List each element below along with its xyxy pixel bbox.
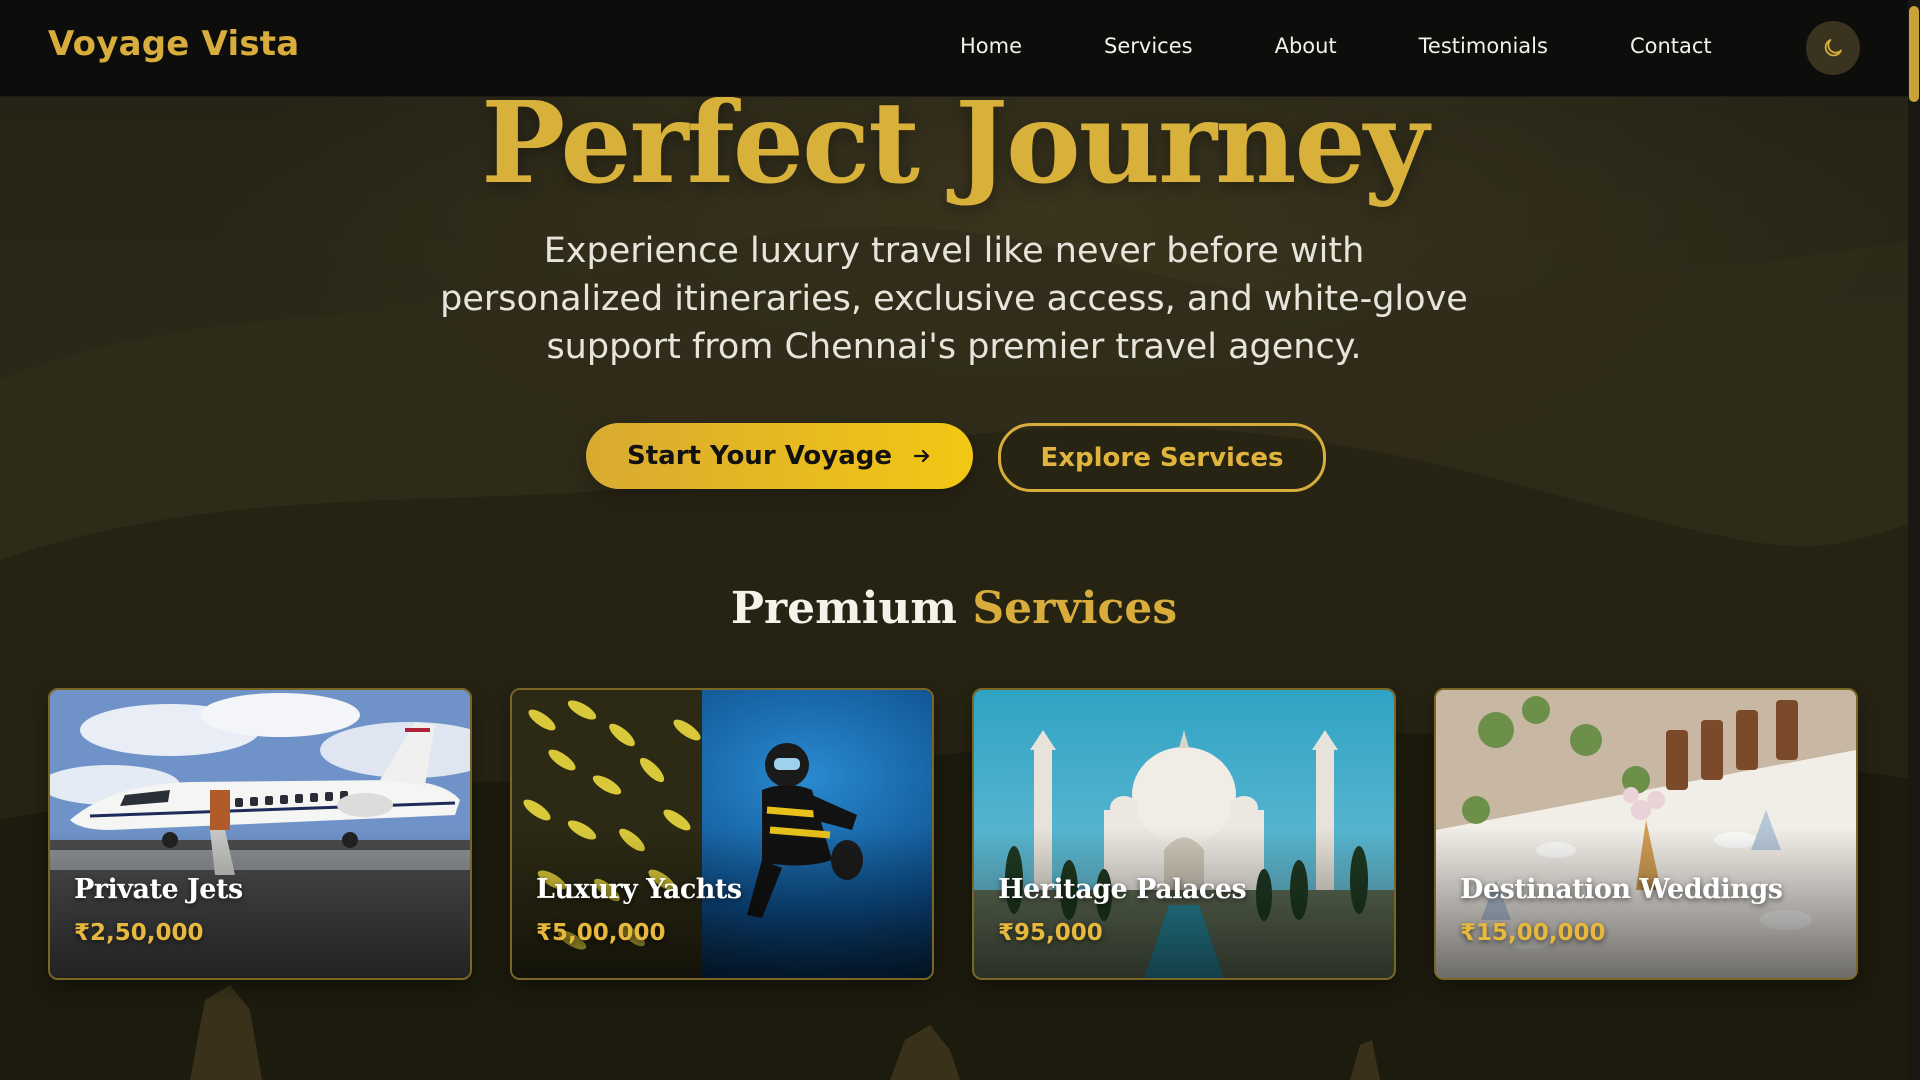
- explore-services-button[interactable]: Explore Services: [998, 423, 1326, 492]
- start-voyage-button[interactable]: Start Your Voyage: [586, 423, 973, 489]
- hero-subtitle: Experience luxury travel like never befo…: [0, 227, 1908, 371]
- service-card-title: Luxury Yachts: [536, 874, 742, 905]
- nav-item-testimonials[interactable]: Testimonials: [1419, 34, 1548, 58]
- hero-subtitle-line: personalized itineraries, exclusive acce…: [440, 279, 1468, 319]
- nav-item-services[interactable]: Services: [1104, 34, 1193, 58]
- nav-item-contact[interactable]: Contact: [1630, 34, 1712, 58]
- nav-links: Home Services About Testimonials Contact: [960, 34, 1712, 58]
- service-card-price: ₹2,50,000: [74, 920, 204, 946]
- hero-subtitle-line: Experience luxury travel like never befo…: [543, 231, 1365, 271]
- service-card-price: ₹5,00,000: [536, 920, 666, 946]
- service-card-title: Heritage Palaces: [998, 874, 1247, 905]
- hero-title: Perfect Journey: [481, 78, 1429, 209]
- service-card-private-jets[interactable]: Private Jets ₹2,50,000: [48, 688, 472, 980]
- service-card-title: Private Jets: [74, 874, 243, 905]
- service-card-price: ₹15,00,000: [1460, 920, 1606, 946]
- hero-subtitle-line: support from Chennai's premier travel ag…: [546, 327, 1362, 367]
- arrow-right-icon: [912, 446, 932, 466]
- services-heading: Premium Services: [0, 583, 1908, 634]
- service-card-price: ₹95,000: [998, 920, 1103, 946]
- theme-toggle-button[interactable]: [1806, 21, 1860, 75]
- scrollbar-track[interactable]: [1908, 0, 1920, 1080]
- service-card-destination-weddings[interactable]: Destination Weddings ₹15,00,000: [1434, 688, 1858, 980]
- scrollbar-thumb[interactable]: [1909, 6, 1919, 102]
- start-voyage-label: Start Your Voyage: [627, 441, 892, 471]
- nav-item-home[interactable]: Home: [960, 34, 1022, 58]
- service-card-heritage-palaces[interactable]: Heritage Palaces ₹95,000: [972, 688, 1396, 980]
- service-card-title: Destination Weddings: [1460, 874, 1783, 905]
- service-card-luxury-yachts[interactable]: Luxury Yachts ₹5,00,000: [510, 688, 934, 980]
- brand-logo[interactable]: Voyage Vista: [48, 24, 299, 64]
- top-navbar: Voyage Vista Home Services About Testimo…: [0, 0, 1908, 97]
- services-heading-accent: Services: [972, 583, 1178, 634]
- moon-icon: [1824, 39, 1842, 57]
- nav-item-about[interactable]: About: [1275, 34, 1337, 58]
- services-heading-main: Premium: [730, 583, 957, 634]
